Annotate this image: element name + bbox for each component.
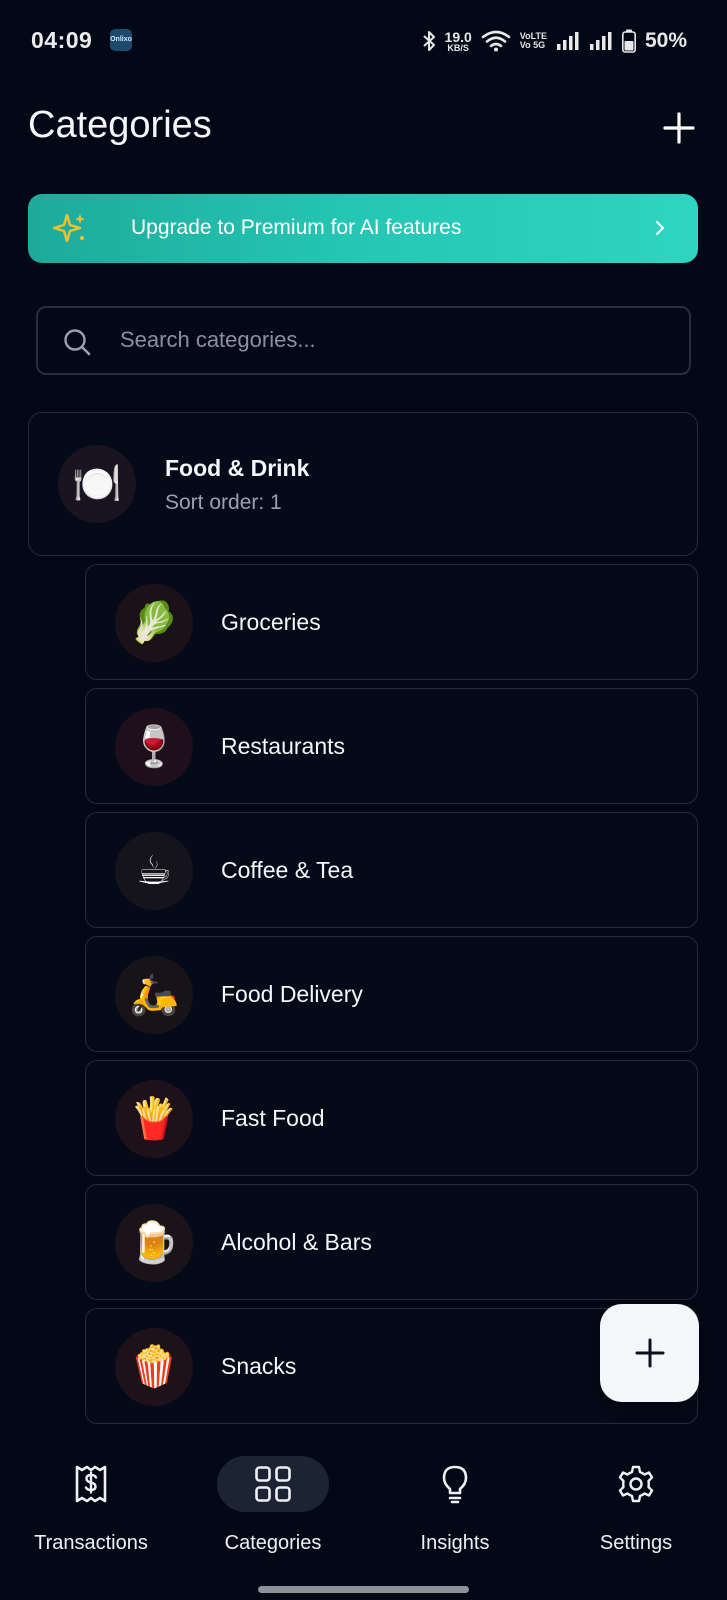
nav-tab-settings[interactable]: Settings: [545, 1428, 727, 1558]
premium-banner-text: Upgrade to Premium for AI features: [131, 216, 462, 239]
plus-icon: [663, 112, 695, 144]
subcategory-row[interactable]: ☕ Coffee & Tea: [85, 812, 698, 928]
search-bar[interactable]: [36, 306, 691, 375]
scooter-icon: 🛵: [129, 972, 179, 1018]
notification-app-icon: Onlixo: [110, 29, 132, 51]
subcategory-row[interactable]: 🍟 Fast Food: [85, 1060, 698, 1176]
category-avatar: 🍷: [115, 708, 193, 786]
popcorn-icon: 🍿: [129, 1344, 179, 1390]
plate-cutlery-icon: 🍽️: [72, 461, 122, 507]
volte-line-2: Vo 5G: [519, 40, 546, 50]
bluetooth-icon: [422, 31, 435, 51]
nav-label: Insights: [420, 1532, 490, 1554]
category-avatar: 🛵: [115, 956, 193, 1034]
sparkle-icon: [52, 213, 85, 243]
leafy-greens-icon: 🥬: [129, 600, 179, 646]
subcategory-label: Alcohol & Bars: [221, 1229, 372, 1255]
categories-screen: 04:09 Onlixo 19.0 KB/S VoLTE Vo 5G 50% C…: [0, 0, 727, 1600]
premium-upgrade-banner[interactable]: Upgrade to Premium for AI features: [28, 194, 698, 263]
home-indicator[interactable]: [258, 1586, 469, 1593]
nav-tab-insights[interactable]: Insights: [364, 1428, 546, 1558]
battery-percent: 50%: [644, 29, 687, 52]
plus-icon: [635, 1338, 664, 1368]
nav-icon-container: [217, 1456, 329, 1512]
wine-glass-icon: 🍷: [129, 724, 179, 770]
status-icons: 19.0 KB/S VoLTE Vo 5G 50%: [422, 26, 687, 56]
subcategory-row[interactable]: 🍷 Restaurants: [85, 688, 698, 804]
subcategory-label: Snacks: [221, 1353, 297, 1379]
fries-icon: 🍟: [129, 1096, 179, 1142]
nav-icon-container: [399, 1456, 511, 1512]
battery-icon: [621, 29, 636, 53]
category-avatar: 🥬: [115, 584, 193, 662]
search-icon: [64, 329, 91, 356]
chevron-right-icon: [655, 220, 665, 236]
bottom-navigation: Transactions Categories Insights Setting…: [0, 1428, 727, 1600]
status-bar: 04:09 Onlixo 19.0 KB/S VoLTE Vo 5G 50%: [0, 0, 727, 80]
nav-label: Settings: [599, 1532, 673, 1554]
network-speed-value: 19.0: [444, 28, 472, 45]
subcategory-label: Coffee & Tea: [221, 857, 354, 883]
search-input[interactable]: [120, 318, 660, 362]
nav-icon-container: [35, 1456, 147, 1512]
parent-category-card[interactable]: 🍽️ Food & Drink Sort order: 1: [28, 412, 698, 556]
floating-add-button[interactable]: [600, 1304, 699, 1402]
subcategory-row[interactable]: 🥬 Groceries: [85, 564, 698, 680]
signal-icon-sim2: [589, 32, 612, 50]
add-category-button[interactable]: [661, 110, 697, 146]
category-avatar: 🍟: [115, 1080, 193, 1158]
network-speed: 19.0 KB/S: [445, 30, 472, 53]
subcategory-label: Fast Food: [221, 1105, 325, 1131]
subcategory-row[interactable]: 🛵 Food Delivery: [85, 936, 698, 1052]
subcategory-label: Restaurants: [221, 733, 346, 759]
lightbulb-icon: [442, 1465, 468, 1504]
volte-indicator: VoLTE Vo 5G: [520, 32, 547, 50]
subcategory-label: Food Delivery: [221, 981, 363, 1007]
signal-icon-sim1: [556, 32, 579, 50]
nav-label: Categories: [224, 1532, 322, 1554]
nav-label: Transactions: [34, 1532, 148, 1554]
category-avatar: 🍿: [115, 1328, 193, 1406]
grid-icon: [255, 1466, 291, 1502]
category-avatar: 🍺: [115, 1204, 193, 1282]
receipt-dollar-icon: [75, 1465, 107, 1503]
network-speed-unit: KB/S: [447, 42, 469, 53]
wifi-icon: [481, 30, 511, 52]
parent-category-sort-order: Sort order: 1: [165, 491, 282, 514]
beer-mug-icon: 🍺: [129, 1220, 179, 1266]
nav-tab-categories[interactable]: Categories: [182, 1428, 364, 1558]
nav-tab-transactions[interactable]: Transactions: [0, 1428, 182, 1558]
parent-category-name: Food & Drink: [165, 455, 310, 481]
page-title: Categories: [28, 104, 212, 146]
gear-icon: [618, 1465, 654, 1503]
subcategory-label: Groceries: [221, 609, 321, 635]
category-avatar: 🍽️: [58, 445, 136, 523]
notification-app-icon-text: Onlixo: [110, 36, 132, 43]
nav-icon-container: [580, 1456, 692, 1512]
coffee-cup-icon: ☕: [136, 848, 172, 894]
subcategory-row[interactable]: 🍺 Alcohol & Bars: [85, 1184, 698, 1300]
status-time: 04:09: [31, 27, 93, 53]
category-avatar: ☕: [115, 832, 193, 910]
